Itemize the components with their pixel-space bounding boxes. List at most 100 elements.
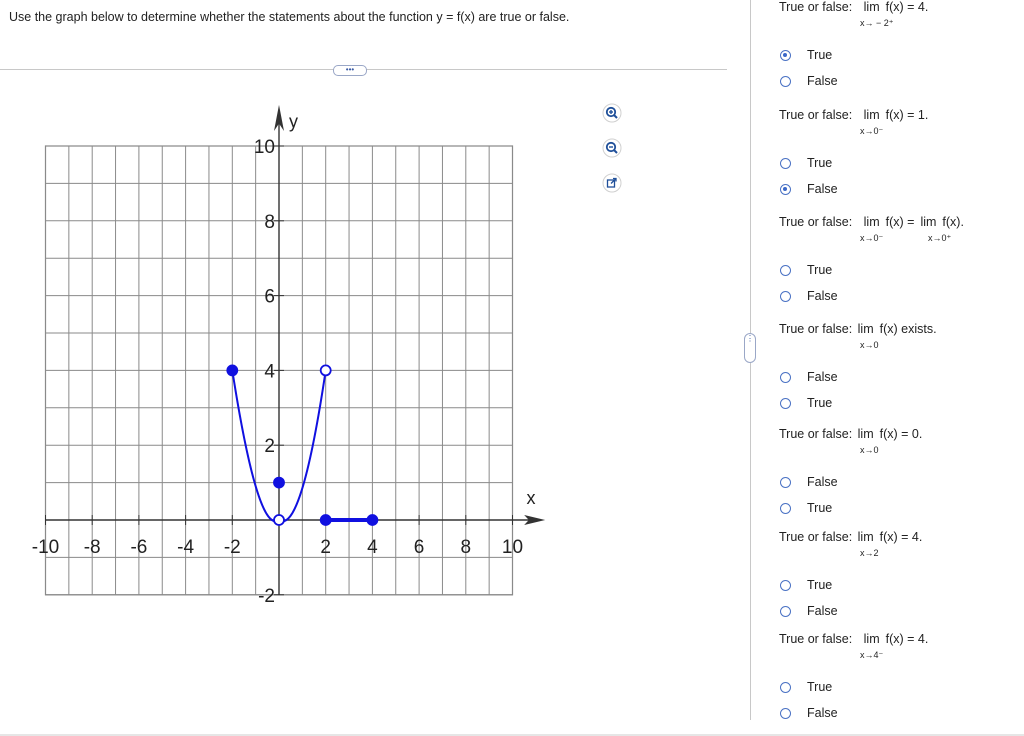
y-tick-label: 2 xyxy=(264,436,275,457)
option-label: False xyxy=(807,370,838,384)
limit-subscript: x→4⁻ xyxy=(860,650,884,660)
option-label: True xyxy=(807,263,833,277)
instruction-text: Use the graph below to determine whether… xyxy=(9,10,570,24)
answer-option-true[interactable]: True xyxy=(780,262,832,278)
x-tick-label: 2 xyxy=(320,537,331,558)
open-point xyxy=(273,514,285,526)
panel-resize-handle[interactable]: ⋮ xyxy=(744,333,756,363)
answer-option-false[interactable]: False xyxy=(780,369,838,385)
limit-subscript: x→0⁺ xyxy=(928,233,952,243)
y-tick-label: 8 xyxy=(264,212,275,233)
answer-option-false[interactable]: False xyxy=(780,288,838,304)
question-prefix: True or false: xyxy=(779,0,856,14)
radio-button[interactable] xyxy=(780,681,791,693)
graph-ticks: -10 -8 -6 -4 -2 2 4 6 8 10 -2 2 4 6 8 10 xyxy=(32,137,523,607)
function-graph: xy -10 -8 -6 -4 -2 2 4 6 8 10-2246810 xyxy=(32,104,546,607)
limit-operator: lim xyxy=(857,427,874,441)
answer-option-true[interactable]: True xyxy=(780,395,832,411)
question-prefix: True or false: xyxy=(779,322,856,336)
question-prefix: True or false: xyxy=(779,530,856,544)
x-axis-label: x xyxy=(527,488,536,508)
answer-option-false[interactable]: False xyxy=(780,603,838,619)
option-label: False xyxy=(807,604,838,618)
limit-subscript: x→2 xyxy=(860,548,879,558)
answer-option-true[interactable]: True xyxy=(780,679,832,695)
limit-subscript: x→0 xyxy=(860,340,879,350)
x-tick-label: -10 xyxy=(32,537,59,558)
closed-point xyxy=(226,364,239,377)
question-statement: True or false: lim f(x) = 1. xyxy=(779,108,928,122)
x-tick-label: 10 xyxy=(502,537,523,558)
answer-option-false[interactable]: False xyxy=(780,181,838,197)
answer-option-true[interactable]: True xyxy=(780,500,832,516)
question-statement: True or false: lim f(x) = lim f(x). xyxy=(779,215,964,229)
radio-button[interactable] xyxy=(780,183,791,195)
x-tick-label: -6 xyxy=(130,537,147,558)
limit-subscript: x→0⁻ xyxy=(860,233,884,243)
answer-option-true[interactable]: True xyxy=(780,577,832,593)
radio-button[interactable] xyxy=(780,605,791,617)
option-label: False xyxy=(807,475,838,489)
question-statement: True or false: lim f(x) = 4. xyxy=(779,530,922,544)
radio-button[interactable] xyxy=(780,264,791,276)
option-label: False xyxy=(807,74,838,88)
radio-button[interactable] xyxy=(780,707,791,719)
question-prefix: True or false: xyxy=(779,632,856,646)
limit-expression: f(x) = 4. xyxy=(879,530,923,544)
limit-subscript: x→0 xyxy=(860,445,879,455)
radio-button[interactable] xyxy=(780,371,791,383)
option-label: True xyxy=(807,396,833,410)
external-link-icon[interactable] xyxy=(602,173,622,193)
limit-expression: f(x). xyxy=(942,215,964,229)
limit-expression: f(x) = xyxy=(885,215,915,229)
radio-button[interactable] xyxy=(780,502,791,514)
option-label: True xyxy=(807,501,833,515)
question-prefix: True or false: xyxy=(779,427,856,441)
closed-point xyxy=(319,514,332,526)
zoom-out-icon[interactable] xyxy=(602,138,622,158)
limit-subscript: x→ − 2⁺ xyxy=(860,18,894,28)
x-tick-label: 8 xyxy=(461,537,472,558)
option-label: True xyxy=(807,156,833,170)
radio-button[interactable] xyxy=(780,397,791,409)
answer-option-false[interactable]: False xyxy=(780,474,838,490)
answer-option-true[interactable]: True xyxy=(780,155,832,171)
y-axis-label: y xyxy=(289,111,298,131)
open-point xyxy=(319,364,332,377)
answer-option-false[interactable]: False xyxy=(780,73,838,89)
x-tick-label: -2 xyxy=(224,537,241,558)
option-label: False xyxy=(807,706,838,720)
limit-operator: lim xyxy=(857,322,874,336)
question-statement: True or false: lim f(x) exists. xyxy=(779,322,937,336)
limit-expression: f(x) exists. xyxy=(879,322,937,336)
radio-button[interactable] xyxy=(780,579,791,591)
option-label: False xyxy=(807,182,838,196)
answer-option-false[interactable]: False xyxy=(780,705,838,721)
more-button[interactable]: ••• xyxy=(333,65,367,76)
x-tick-label: -4 xyxy=(177,537,194,558)
radio-button[interactable] xyxy=(780,75,791,87)
zoom-in-icon[interactable] xyxy=(602,103,622,123)
y-tick-label: 10 xyxy=(254,137,275,158)
limit-expression: f(x) = 4. xyxy=(885,0,929,14)
y-tick-label: -2 xyxy=(258,586,275,607)
x-tick-label: 6 xyxy=(414,537,425,558)
limit-operator: lim xyxy=(857,530,874,544)
limit-operator: lim xyxy=(920,215,937,229)
question-prefix: True or false: xyxy=(779,108,856,122)
closed-point xyxy=(273,476,285,489)
radio-button[interactable] xyxy=(780,49,791,61)
limit-expression: f(x) = 0. xyxy=(879,427,923,441)
answer-option-true[interactable]: True xyxy=(780,47,832,63)
radio-button[interactable] xyxy=(780,290,791,302)
limit-operator: lim xyxy=(863,632,880,646)
graph-axes: xy xyxy=(45,104,546,595)
radio-button[interactable] xyxy=(780,476,791,488)
limit-operator: lim xyxy=(863,215,880,229)
question-statement: True or false: lim f(x) = 0. xyxy=(779,427,922,441)
option-label: True xyxy=(807,578,833,592)
limit-operator: lim xyxy=(863,0,880,14)
radio-button[interactable] xyxy=(780,157,791,169)
x-tick-label: 4 xyxy=(367,537,378,558)
closed-point xyxy=(366,514,379,526)
